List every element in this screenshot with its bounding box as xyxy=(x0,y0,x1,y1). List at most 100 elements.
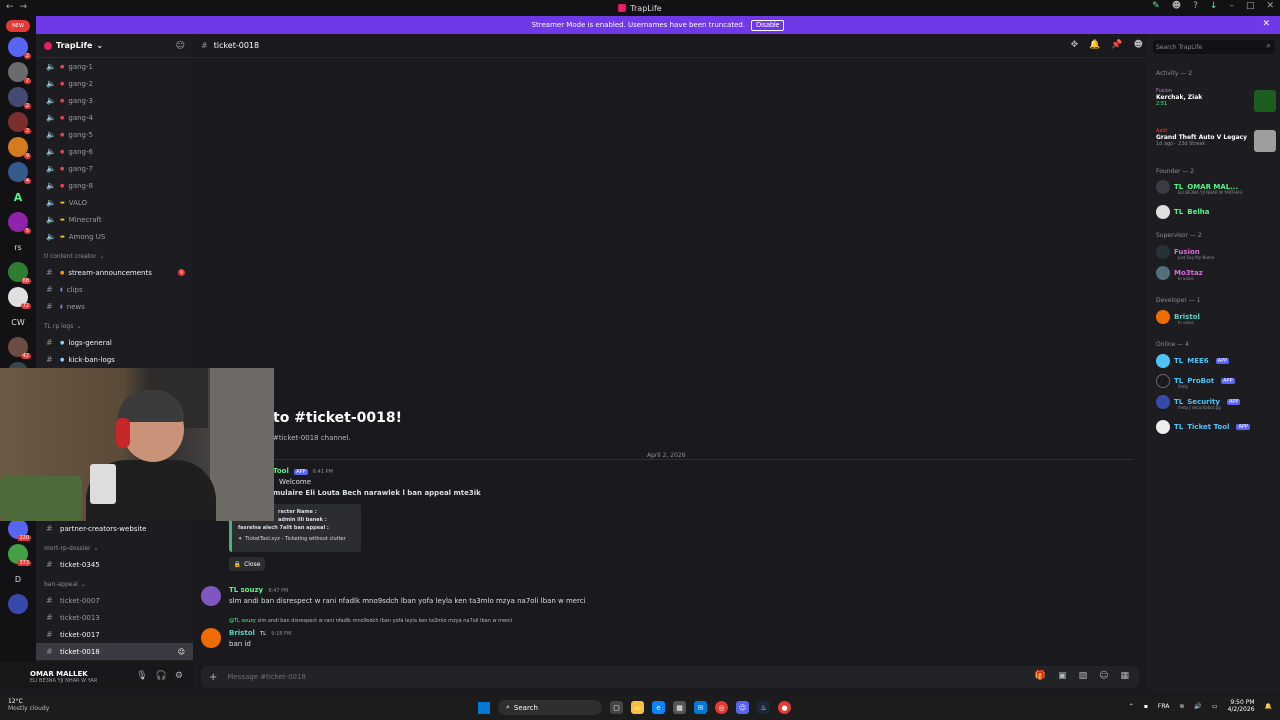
text-channel[interactable]: # ● logs-general xyxy=(36,334,193,351)
member-item[interactable]: Bristol In voice xyxy=(1156,310,1200,325)
member-item[interactable]: TL OMAR MAL... ELI BE3NA YJI NHAR W YART… xyxy=(1156,180,1242,195)
text-channel[interactable]: # ▮ clips xyxy=(36,281,193,298)
server-icon[interactable]: 2 xyxy=(8,37,31,59)
server-icon[interactable]: rs xyxy=(8,237,28,257)
voice-channel[interactable]: 🔈 ● gang-3 xyxy=(36,92,193,109)
threads-icon[interactable]: ✥ xyxy=(1071,40,1079,50)
maximize-icon[interactable]: □ xyxy=(1246,1,1255,11)
server-icon[interactable]: 68 xyxy=(8,262,31,284)
forward-arrow-icon[interactable]: → xyxy=(20,2,28,12)
server-icon[interactable]: 42 xyxy=(8,337,31,359)
server-icon[interactable]: 5 xyxy=(8,212,31,234)
text-channel[interactable]: # ● stream-announcements 9 xyxy=(36,264,193,281)
minimize-icon[interactable]: – xyxy=(1229,1,1234,11)
notification-bell-icon[interactable]: 🔔 xyxy=(1265,703,1272,710)
back-arrow-icon[interactable]: ← xyxy=(6,2,14,12)
gear-icon[interactable]: ⚙ xyxy=(175,671,183,681)
voice-channel[interactable]: 🔈 ● gang-7 xyxy=(36,160,193,177)
headphones-icon[interactable]: 🎧 xyxy=(156,671,167,681)
server-icon[interactable]: 2 xyxy=(8,62,31,84)
inbox-icon[interactable]: ✎ xyxy=(1152,1,1160,11)
steam-icon[interactable]: ♨ xyxy=(757,701,770,714)
obs-icon[interactable]: ● xyxy=(778,701,791,714)
avatar[interactable] xyxy=(201,586,221,606)
voice-channel[interactable]: 🔈 ● gang-4 xyxy=(36,109,193,126)
task-view-icon[interactable]: ▢ xyxy=(610,701,623,714)
category-header[interactable]: mort-rp-dossier ⌄ xyxy=(36,541,193,556)
voice-channel[interactable]: 🔈 ▬ VALO xyxy=(36,194,193,211)
weather-widget[interactable]: 12°C Mostly cloudy xyxy=(8,698,49,712)
invite-icon[interactable]: ☺ xyxy=(176,41,185,51)
windows-start-icon[interactable] xyxy=(478,701,490,714)
server-icon[interactable]: 2 xyxy=(8,112,31,134)
text-channel[interactable]: # ● kick-ban-logs xyxy=(36,351,193,368)
server-icon[interactable]: 4 xyxy=(8,162,31,184)
text-channel[interactable]: # ▮ news xyxy=(36,298,193,315)
message-author[interactable]: souzy xyxy=(240,586,263,594)
reply-preview[interactable]: @TL souzy slm andi ban disrespect w rani… xyxy=(229,618,512,624)
emoji-icon[interactable]: ☺ xyxy=(1099,671,1108,681)
edge-icon[interactable]: e xyxy=(652,701,665,714)
text-channel[interactable]: # partner-creators-website xyxy=(36,520,193,537)
taskbar-search[interactable]: ⌕ Search xyxy=(498,700,602,715)
text-channel[interactable]: # ticket-0345 xyxy=(36,556,193,573)
activity-card[interactable]: Fusion Kerchak, Ziak 2:51 xyxy=(1156,88,1202,107)
voice-channel[interactable]: 🔈 ▬ Minecraft xyxy=(36,211,193,228)
server-icon[interactable]: CW xyxy=(8,312,28,332)
guild-header[interactable]: TrapLife ⌄ ☺ xyxy=(36,34,193,58)
apps-icon[interactable]: ▦ xyxy=(1120,671,1129,681)
avatar[interactable] xyxy=(201,628,221,648)
file-explorer-icon[interactable]: ▭ xyxy=(631,701,644,714)
voice-channel[interactable]: 🔈 ● gang-5 xyxy=(36,126,193,143)
add-member-icon[interactable]: ☺ xyxy=(178,648,185,656)
member-item[interactable]: TL Ticket Tool APP xyxy=(1156,420,1250,434)
voice-channel[interactable]: 🔈 ● gang-8 xyxy=(36,177,193,194)
member-item[interactable]: TL ProBot APP /help xyxy=(1156,374,1235,389)
sticker-icon[interactable]: ▨ xyxy=(1079,671,1088,681)
server-icon[interactable]: D xyxy=(8,569,28,589)
discord-icon[interactable]: ☺ xyxy=(736,701,749,714)
download-icon[interactable]: ↓ xyxy=(1210,1,1218,11)
tray-chevron-icon[interactable]: ⌃ xyxy=(1129,703,1134,710)
member-list-icon[interactable]: ☻ xyxy=(1134,40,1143,50)
server-icon[interactable]: 2 xyxy=(8,87,31,109)
tray-app-icon[interactable]: ▪ xyxy=(1144,703,1148,710)
outlook-icon[interactable]: ✉ xyxy=(694,701,707,714)
message-author[interactable]: Tool xyxy=(273,467,289,475)
pin-icon[interactable]: 📌 xyxy=(1111,40,1122,50)
clock[interactable]: 9:50 PM 4/2/2026 xyxy=(1228,699,1255,713)
member-item[interactable]: TL Belha xyxy=(1156,205,1209,219)
member-item[interactable]: Fusion Just Say My Name xyxy=(1156,245,1214,260)
server-icon[interactable]: A xyxy=(8,187,28,207)
volume-icon[interactable]: 🔊 xyxy=(1194,703,1201,710)
gif-icon[interactable]: ▣ xyxy=(1058,671,1067,681)
category-header[interactable]: tl content creator ⌄ xyxy=(36,249,193,264)
mic-icon[interactable]: 🎙 xyxy=(136,671,147,681)
voice-channel[interactable]: 🔈 ▬ Among US xyxy=(36,228,193,245)
help-icon[interactable]: ? xyxy=(1193,1,1198,11)
bell-icon[interactable]: 🔔 xyxy=(1089,40,1100,50)
member-item[interactable]: TL Security APP /help | securitybot.gg xyxy=(1156,395,1241,410)
input-language[interactable]: FRA xyxy=(1158,703,1169,710)
user-panel[interactable]: OMAR MALLEK ELI BE3NA YJI NHAR W YAR 🎙 🎧… xyxy=(0,662,193,692)
users-icon[interactable]: ☻ xyxy=(1172,1,1181,11)
server-icon[interactable]: 220 xyxy=(8,519,31,541)
server-icon[interactable] xyxy=(8,594,28,614)
banner-close-icon[interactable]: ✕ xyxy=(1262,19,1270,29)
text-channel[interactable]: # ticket-0017 xyxy=(36,626,193,643)
voice-channel[interactable]: 🔈 ● gang-1 xyxy=(36,58,193,75)
close-window-icon[interactable]: ✕ xyxy=(1266,1,1274,11)
server-icon[interactable]: 72 xyxy=(8,287,31,309)
server-icon[interactable]: 9 xyxy=(8,137,31,159)
server-icon[interactable]: 373 xyxy=(8,544,31,566)
chrome-icon[interactable]: ◎ xyxy=(715,701,728,714)
store-icon[interactable]: ▦ xyxy=(673,701,686,714)
disable-streamer-button[interactable]: Disable xyxy=(751,19,785,31)
category-header[interactable]: ban-appeal ⌄ xyxy=(36,577,193,592)
message-author[interactable]: Bristol xyxy=(229,629,255,637)
message-input[interactable]: Message #ticket-0018 xyxy=(227,673,306,681)
text-channel[interactable]: # ticket-0013 xyxy=(36,609,193,626)
message-composer[interactable]: + Message #ticket-0018 🎁 ▣ ▨ ☺ ▦ xyxy=(201,666,1139,688)
voice-channel[interactable]: 🔈 ● gang-6 xyxy=(36,143,193,160)
gift-icon[interactable]: 🎁 xyxy=(1035,671,1046,681)
